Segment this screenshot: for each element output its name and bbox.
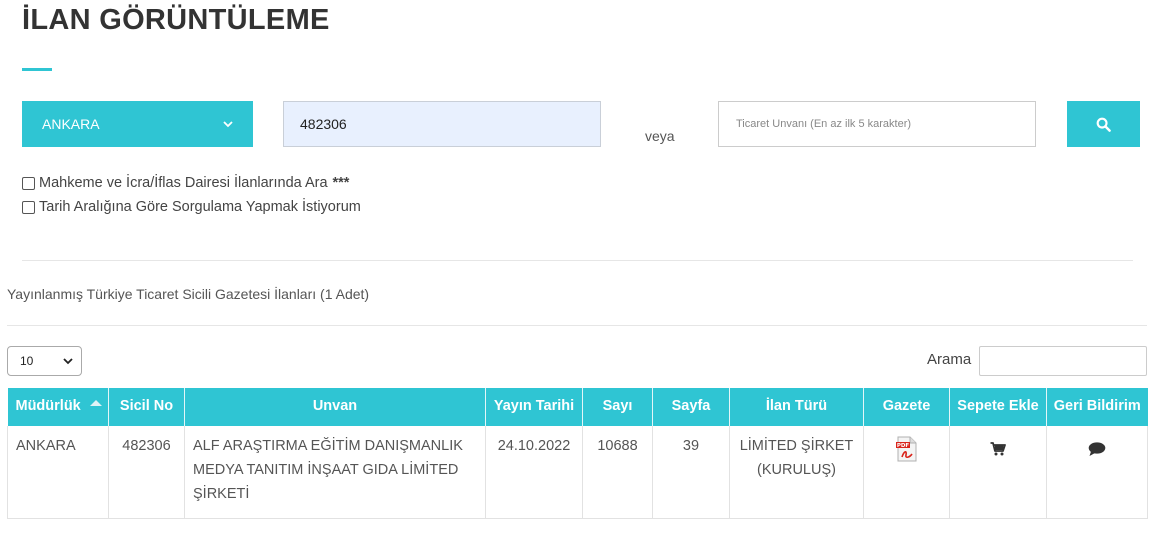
column-label: İlan Türü (765, 398, 828, 414)
column-header-geri-bildirim[interactable]: Geri Bildirim (1046, 388, 1148, 426)
column-header-yayin-tarihi[interactable]: Yayın Tarihi (485, 388, 583, 426)
column-label: Sayı (602, 398, 633, 414)
column-label: Geri Bildirim (1053, 398, 1141, 414)
divider (22, 260, 1133, 261)
cell-mudurluk: ANKARA (7, 426, 109, 519)
cell-yayin-tarihi: 24.10.2022 (485, 426, 583, 519)
column-header-mudurluk[interactable]: Müdürlük (7, 388, 109, 426)
table-row: ANKARA 482306 ALF ARAŞTIRMA EĞİTİM DANIŞ… (7, 426, 1148, 519)
svg-text:PDF: PDF (896, 443, 909, 449)
court-search-label: Mahkeme ve İcra/İflas Dairesi İlanlarınd… (39, 175, 328, 191)
results-summary: Yayınlanmış Türkiye Ticaret Sicili Gazet… (7, 286, 370, 302)
column-header-sicil-no[interactable]: Sicil No (108, 388, 185, 426)
date-range-checkbox[interactable] (22, 200, 35, 214)
page-length-select[interactable]: 10 (7, 346, 82, 376)
date-range-label: Tarih Aralığına Göre Sorgulama Yapmak İs… (39, 199, 361, 215)
sicil-no-value: 482306 (300, 116, 347, 132)
column-label: Unvan (312, 398, 358, 414)
search-icon (1096, 117, 1111, 132)
cell-sayfa: 39 (652, 426, 730, 519)
city-select[interactable]: ANKARA (22, 101, 253, 147)
divider (7, 325, 1147, 326)
trade-name-input[interactable]: Ticaret Unvanı (En az ilk 5 karakter) (718, 101, 1036, 147)
column-header-gazete[interactable]: Gazete (863, 388, 950, 426)
title-underline (22, 68, 52, 71)
results-table: Müdürlük Sicil No Unvan Yayın Tarihi Say… (7, 388, 1148, 519)
court-search-checkbox[interactable] (22, 176, 35, 190)
table-search-input[interactable] (979, 346, 1147, 376)
trade-name-placeholder: Ticaret Unvanı (En az ilk 5 karakter) (736, 118, 912, 130)
column-header-sayi[interactable]: Sayı (582, 388, 653, 426)
cell-sayi: 10688 (582, 426, 653, 519)
cart-icon[interactable] (990, 442, 1006, 456)
cell-unvan: ALF ARAŞTIRMA EĞİTİM DANIŞMANLIK MEDYA T… (184, 426, 486, 519)
date-range-option[interactable]: Tarih Aralığına Göre Sorgulama Yapmak İs… (22, 199, 361, 215)
chevron-down-icon (223, 120, 233, 127)
city-select-value: ANKARA (42, 116, 100, 132)
court-search-stars: *** (332, 175, 350, 191)
table-header-row: Müdürlük Sicil No Unvan Yayın Tarihi Say… (7, 388, 1148, 426)
column-header-unvan[interactable]: Unvan (184, 388, 486, 426)
sicil-no-input[interactable]: 482306 (283, 101, 601, 147)
search-button[interactable] (1067, 101, 1140, 147)
comment-icon[interactable] (1088, 442, 1106, 457)
cell-sepete-ekle (949, 426, 1047, 519)
or-label: veya (645, 128, 675, 144)
court-search-option[interactable]: Mahkeme ve İcra/İflas Dairesi İlanlarınd… (22, 175, 349, 191)
cell-geri-bildirim (1046, 426, 1148, 519)
column-label: Sicil No (119, 398, 174, 414)
pdf-icon[interactable]: PDF (895, 436, 919, 462)
column-label: Sayfa (671, 398, 711, 414)
column-label: Sepete Ekle (957, 398, 1039, 414)
column-label: Müdürlük (15, 398, 81, 414)
page-length-value: 10 (20, 354, 34, 368)
column-label: Gazete (882, 398, 931, 414)
cell-ilan-turu: LİMİTED ŞİRKET (KURULUŞ) (729, 426, 864, 519)
column-header-ilan-turu[interactable]: İlan Türü (729, 388, 864, 426)
chevron-down-icon (63, 357, 73, 364)
column-label: Yayın Tarihi (493, 398, 575, 414)
column-header-sayfa[interactable]: Sayfa (652, 388, 730, 426)
column-header-sepete-ekle[interactable]: Sepete Ekle (949, 388, 1047, 426)
sort-ascending-icon (89, 400, 102, 406)
cell-gazete: PDF (863, 426, 950, 519)
page-title: İLAN GÖRÜNTÜLEME (22, 4, 330, 36)
table-search-label: Arama (927, 351, 972, 368)
cell-sicil-no: 482306 (108, 426, 185, 519)
